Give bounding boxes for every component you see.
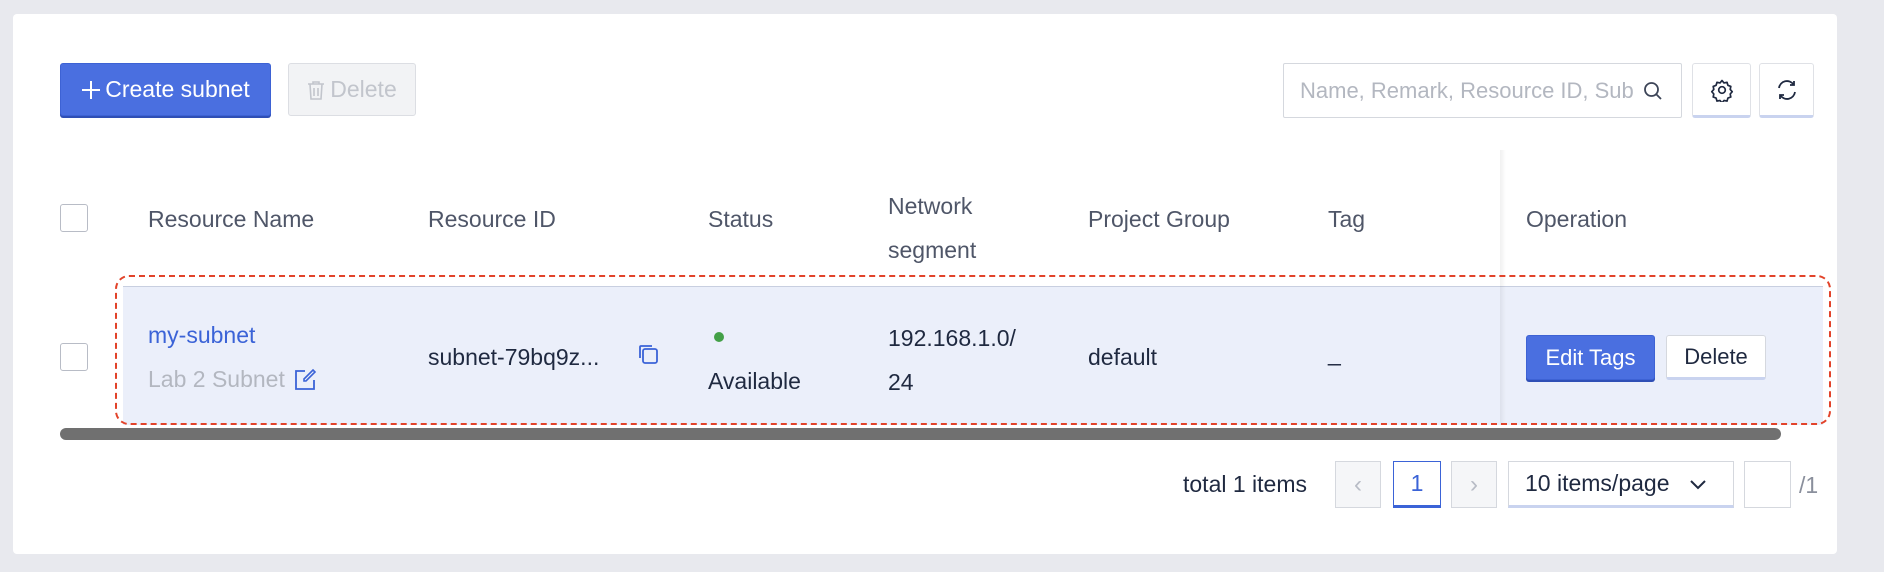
next-page-button[interactable]: › — [1451, 461, 1497, 508]
trash-icon — [308, 80, 325, 100]
search-box — [1283, 63, 1682, 118]
page-size-select[interactable]: 10 items/page — [1508, 461, 1734, 508]
chevron-left-icon: ‹ — [1354, 470, 1362, 498]
goto-page-input[interactable] — [1744, 461, 1791, 508]
create-subnet-button[interactable]: Create subnet — [60, 63, 271, 116]
column-header-operation: Operation — [1526, 206, 1628, 232]
row-checkbox[interactable] — [60, 343, 88, 371]
select-all-checkbox[interactable] — [60, 204, 88, 232]
search-icon[interactable] — [1643, 81, 1663, 101]
column-header-project-group: Project Group — [1088, 206, 1230, 232]
column-header-resource-name: Resource Name — [148, 206, 315, 232]
total-items: total 1 items — [1183, 471, 1307, 497]
create-subnet-label: Create subnet — [105, 76, 250, 102]
column-header-network-segment-line2: segment — [888, 237, 977, 263]
horizontal-scrollbar[interactable] — [60, 428, 1781, 440]
column-header-network-segment-line1: Network — [888, 193, 973, 219]
row-highlight-outline — [115, 275, 1831, 425]
column-header-network-segment: Network segment — [888, 184, 976, 272]
column-header-resource-id: Resource ID — [428, 206, 556, 232]
current-page-number: 1 — [1410, 470, 1424, 496]
column-header-tag: Tag — [1328, 206, 1366, 232]
page-1-button[interactable]: 1 — [1393, 461, 1441, 508]
gear-icon — [1710, 79, 1733, 102]
column-header-status: Status — [708, 206, 774, 232]
plus-icon — [82, 80, 101, 99]
refresh-icon — [1777, 79, 1796, 100]
refresh-button[interactable] — [1759, 63, 1814, 118]
delete-button[interactable]: Delete — [288, 63, 416, 116]
prev-page-button[interactable]: ‹ — [1335, 461, 1381, 508]
page-size-value: 10 items/page — [1525, 470, 1670, 496]
delete-label: Delete — [330, 76, 397, 102]
chevron-right-icon: › — [1470, 470, 1478, 498]
total-pages: /1 — [1799, 472, 1819, 498]
settings-button[interactable] — [1692, 63, 1751, 118]
search-input[interactable] — [1284, 64, 1634, 117]
chevron-down-icon — [1690, 480, 1706, 490]
